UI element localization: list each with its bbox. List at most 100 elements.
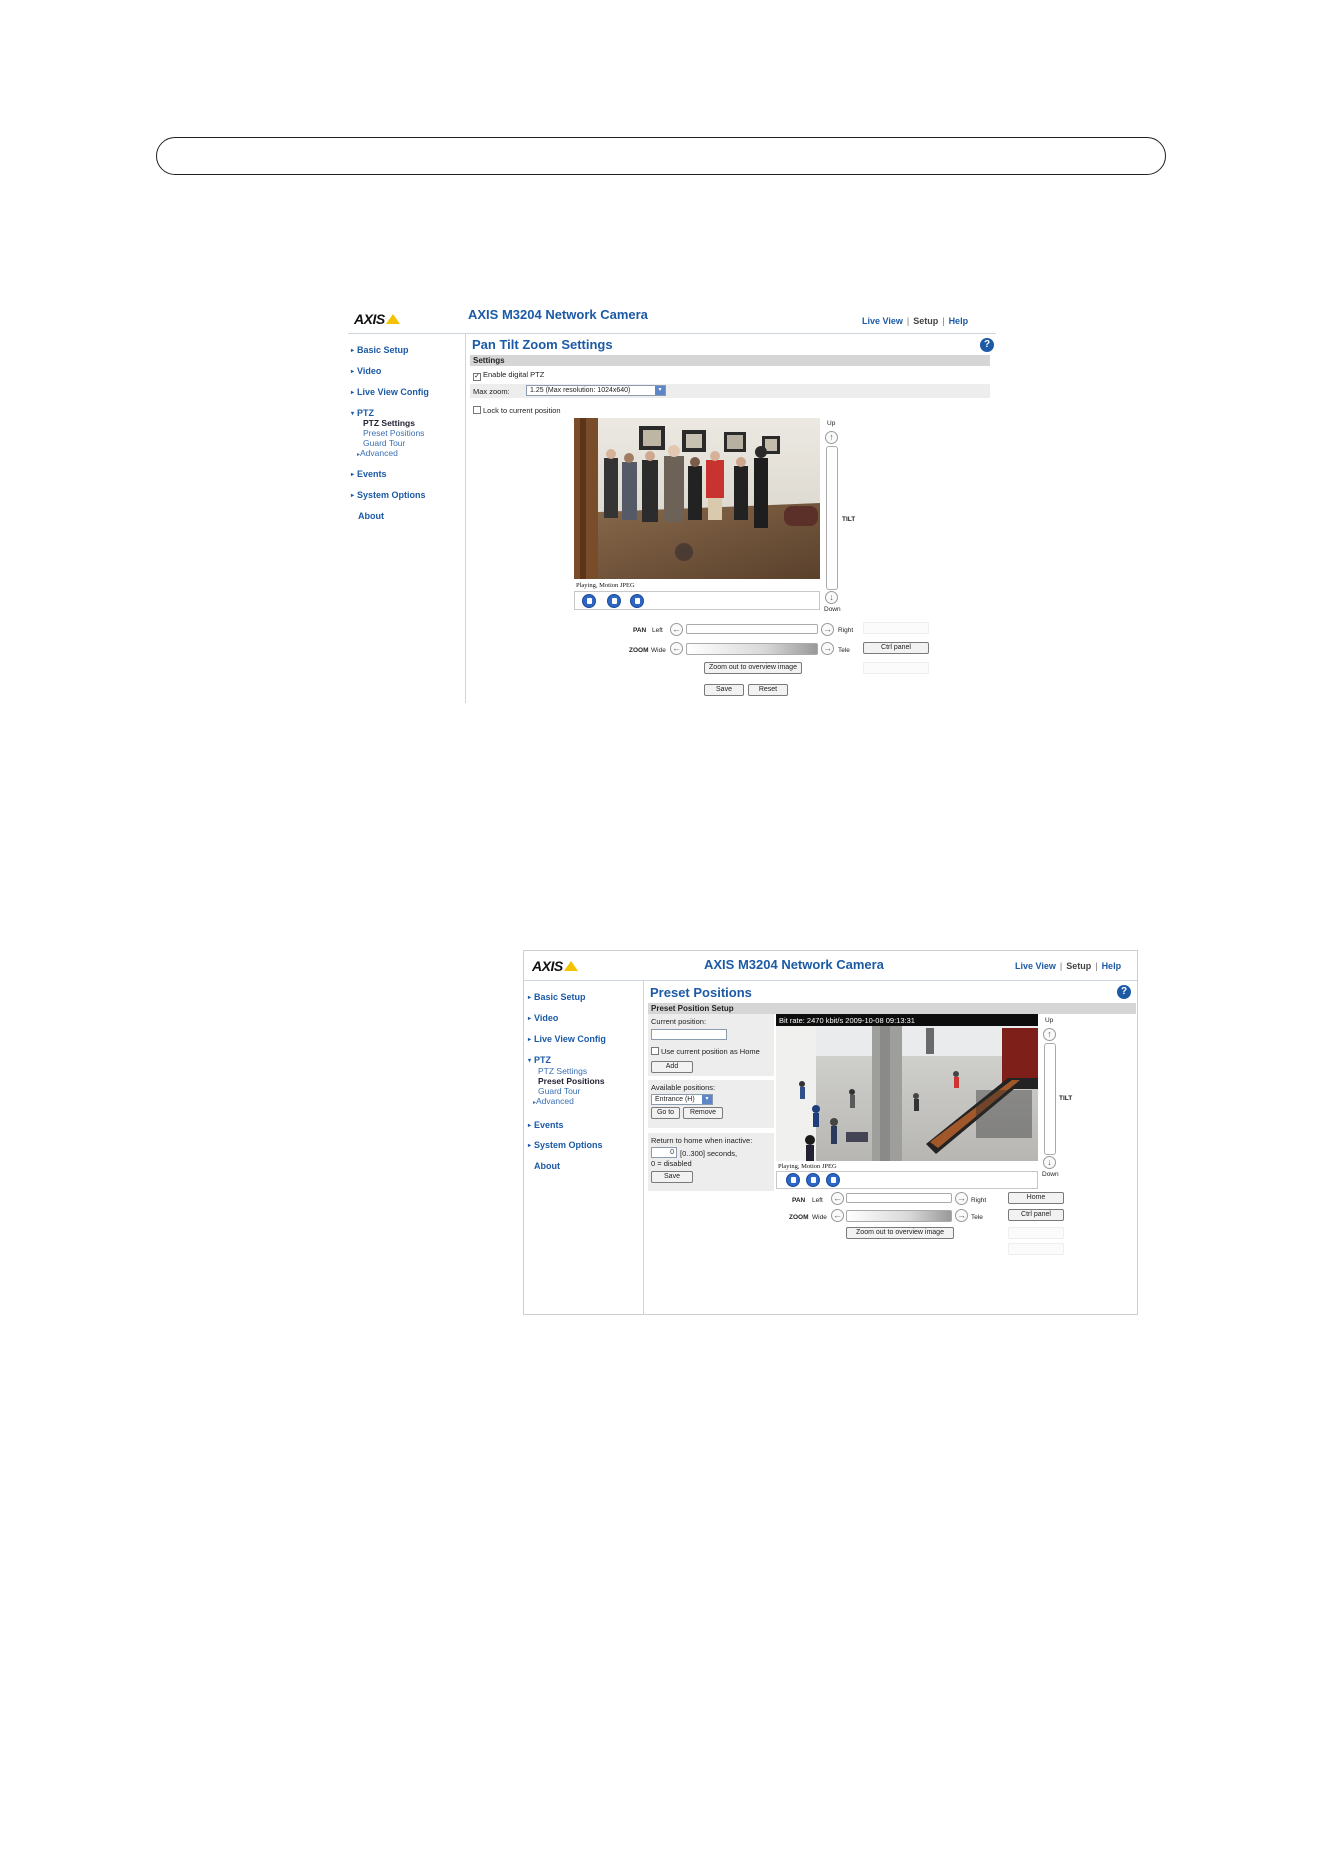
reset-button[interactable]: Reset: [748, 684, 788, 696]
lock-position-row: Lock to current position: [473, 406, 561, 415]
nav-advanced[interactable]: ▸Advanced: [357, 448, 398, 458]
tilt-slider[interactable]: [826, 446, 838, 590]
save-button[interactable]: Save: [704, 684, 744, 696]
fullscreen-icon[interactable]: [826, 1173, 840, 1187]
arrow-up-icon[interactable]: ↑: [1043, 1028, 1056, 1041]
gallery-scene-image: [574, 418, 820, 579]
chevron-down-icon: ▾: [702, 1095, 712, 1104]
nav-video[interactable]: ▸ Video: [528, 1013, 558, 1023]
nav-ptz-settings[interactable]: PTZ Settings: [363, 418, 415, 428]
nav-preset-positions[interactable]: Preset Positions: [363, 428, 424, 438]
stop-icon[interactable]: [786, 1173, 800, 1187]
go-to-button[interactable]: Go to: [651, 1107, 680, 1119]
terminal-scene-image: Bit rate: 2470 kbit/s 2009-10-08 09:13:3…: [776, 1014, 1038, 1161]
zoom-wide-label: Wide: [651, 647, 666, 654]
sidebar: ▸ Basic Setup ▸ Video ▸ Live View Config ▾ P…: [524, 981, 644, 1314]
pan-label: PAN: [792, 1197, 806, 1204]
max-zoom-select[interactable]: 1.25 (Max resolution: 1024x640) ▾: [526, 385, 666, 396]
pan-slider[interactable]: [686, 624, 818, 634]
available-positions-label: Available positions:: [651, 1083, 716, 1092]
zoom-wide-arrow-icon[interactable]: ←: [831, 1209, 844, 1222]
chevron-down-icon: ▾: [528, 1058, 532, 1064]
nav-live-view-config[interactable]: ▸ Live View Config: [351, 387, 429, 397]
snapshot-icon[interactable]: [607, 594, 621, 608]
setup-link[interactable]: Setup: [913, 316, 938, 326]
zoom-slider[interactable]: [686, 643, 818, 655]
nav-basic-setup[interactable]: ▸ Basic Setup: [528, 992, 586, 1002]
nav-basic-setup[interactable]: ▸ Basic Setup: [351, 345, 409, 355]
arrow-up-icon[interactable]: ↑: [825, 431, 838, 444]
help-icon[interactable]: ?: [1117, 985, 1131, 999]
nav-preset-positions[interactable]: Preset Positions: [538, 1076, 605, 1086]
nav-live-view-config[interactable]: ▸ Live View Config: [528, 1034, 606, 1044]
remove-button[interactable]: Remove: [683, 1107, 723, 1119]
lock-position-checkbox[interactable]: [473, 406, 481, 414]
nav-ptz-settings[interactable]: PTZ Settings: [538, 1066, 587, 1076]
page-title: Preset Positions: [650, 985, 752, 1000]
nav-system-options[interactable]: ▸ System Options: [528, 1140, 603, 1150]
save-button[interactable]: Save: [651, 1171, 693, 1183]
arrow-left-icon[interactable]: ←: [831, 1192, 844, 1205]
nav-guard-tour[interactable]: Guard Tour: [363, 438, 405, 448]
pan-right-label: Right: [838, 627, 854, 634]
current-position-input[interactable]: [651, 1029, 727, 1040]
video-stream[interactable]: Bit rate: 2470 kbit/s 2009-10-08 09:13:3…: [776, 1014, 1038, 1161]
nav-system-options[interactable]: ▸ System Options: [351, 490, 426, 500]
video-stream[interactable]: [574, 418, 820, 579]
chevron-down-icon: ▾: [351, 411, 355, 417]
nav-events[interactable]: ▸ Events: [351, 469, 387, 479]
nav-ptz[interactable]: ▾ PTZ: [351, 408, 374, 418]
setup-link[interactable]: Setup: [1066, 961, 1091, 971]
nav-advanced[interactable]: ▸Advanced: [533, 1096, 574, 1106]
nav-ptz[interactable]: ▾ PTZ: [528, 1055, 551, 1065]
zoom-label: ZOOM: [629, 647, 649, 654]
chevron-right-icon: ▸: [351, 472, 355, 478]
zoom-out-overview-button[interactable]: Zoom out to overview image: [704, 662, 802, 674]
zoom-slider[interactable]: [846, 1210, 952, 1222]
tilt-slider[interactable]: [1044, 1043, 1056, 1155]
return-home-input[interactable]: 0: [651, 1147, 677, 1158]
zoom-tele-arrow-icon[interactable]: →: [955, 1209, 968, 1222]
tilt-label: TILT: [842, 516, 856, 523]
ctrl-panel-button[interactable]: Ctrl panel: [863, 642, 929, 654]
fullscreen-icon[interactable]: [630, 594, 644, 608]
chevron-right-icon: ▸: [528, 995, 532, 1001]
arrow-left-icon[interactable]: ←: [670, 623, 683, 636]
home-button[interactable]: Home: [1008, 1192, 1064, 1204]
ctrl-panel-button[interactable]: Ctrl panel: [1008, 1209, 1064, 1221]
zoom-wide-arrow-icon[interactable]: ←: [670, 642, 683, 655]
nav-video[interactable]: ▸ Video: [351, 366, 381, 376]
arrow-down-icon[interactable]: ↓: [1043, 1156, 1056, 1169]
camera-header: AXIS AXIS M3204 Network Camera Live View…: [524, 951, 1137, 981]
help-icon[interactable]: ?: [980, 338, 994, 352]
snapshot-icon[interactable]: [806, 1173, 820, 1187]
use-as-home-checkbox[interactable]: [651, 1047, 659, 1055]
help-link[interactable]: Help: [1102, 961, 1122, 971]
zoom-out-overview-button[interactable]: Zoom out to overview image: [846, 1227, 954, 1239]
stop-icon[interactable]: [582, 594, 596, 608]
enable-digital-ptz-checkbox[interactable]: ✓: [473, 373, 481, 381]
nav-guard-tour[interactable]: Guard Tour: [538, 1086, 580, 1096]
nav-about[interactable]: About: [534, 1161, 560, 1171]
nav-events[interactable]: ▸ Events: [528, 1120, 564, 1130]
video-controls: [776, 1171, 1038, 1189]
zoom-tele-arrow-icon[interactable]: →: [821, 642, 834, 655]
arrow-right-icon[interactable]: →: [821, 623, 834, 636]
live-view-link[interactable]: Live View: [862, 316, 903, 326]
chevron-down-icon: ▾: [655, 386, 665, 395]
stream-overlay-text: Bit rate: 2470 kbit/s 2009-10-08 09:13:3…: [779, 1016, 915, 1025]
camera-title: AXIS M3204 Network Camera: [704, 957, 884, 972]
zoom-label: ZOOM: [789, 1214, 809, 1221]
arrow-right-icon[interactable]: →: [955, 1192, 968, 1205]
pan-slider[interactable]: [846, 1193, 952, 1203]
available-positions-select[interactable]: Entrance (H) ▾: [651, 1094, 713, 1105]
chevron-right-icon: ▸: [528, 1037, 532, 1043]
tilt-down-label: Down: [824, 606, 841, 613]
live-view-link[interactable]: Live View: [1015, 961, 1056, 971]
add-button[interactable]: Add: [651, 1061, 693, 1073]
help-link[interactable]: Help: [949, 316, 969, 326]
arrow-down-icon[interactable]: ↓: [825, 591, 838, 604]
nav-about[interactable]: About: [358, 511, 384, 521]
top-links: Live View | Setup | Help: [1015, 961, 1122, 971]
tilt-up-label: Up: [827, 420, 836, 427]
